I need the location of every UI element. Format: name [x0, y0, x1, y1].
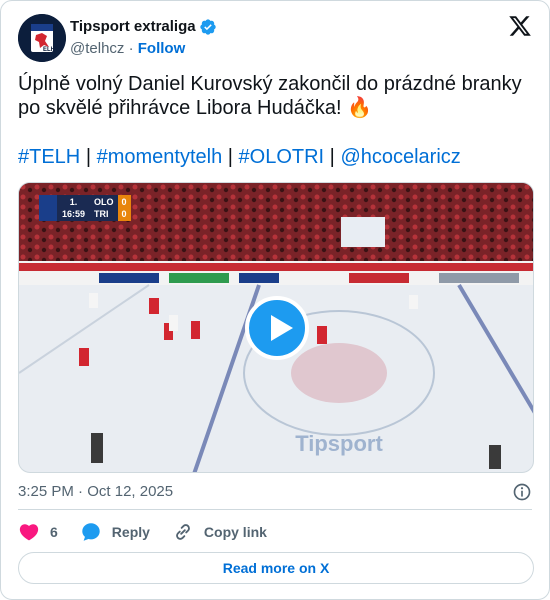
tag-divider: |: [227, 146, 233, 168]
reply-label: Reply: [111, 524, 150, 540]
reply-button[interactable]: Reply: [80, 521, 150, 543]
follow-button[interactable]: Follow: [138, 40, 186, 57]
tweet-header: ELH Tipsport extraliga @telhcz · Follow: [18, 14, 532, 62]
like-count: 6: [50, 524, 58, 540]
info-icon[interactable]: [512, 482, 532, 502]
scorebug-teams: OLO TRI: [90, 195, 118, 221]
tweet-body: Úplně volný Daniel Kurovský zakončil do …: [18, 72, 533, 169]
tweet-meta: 3:25 PM · Oct 12, 2025: [18, 482, 532, 502]
tipsport-elh-logo-icon: ELH: [18, 14, 66, 62]
scorebug-team1: OLO: [94, 197, 114, 207]
mention-hcocelaricz[interactable]: @hcocelaricz: [340, 146, 460, 168]
scorebug: 1. 16:59 OLO TRI 0 0: [39, 195, 131, 221]
x-logo-icon[interactable]: [508, 14, 532, 38]
tag-divider: |: [329, 146, 335, 168]
link-icon: [176, 524, 190, 540]
hashtag-olotri[interactable]: #OLOTRI: [239, 146, 325, 168]
scorebug-score2: 0: [121, 209, 127, 219]
like-button[interactable]: 6: [18, 521, 58, 543]
play-icon[interactable]: [245, 296, 309, 360]
avatar[interactable]: ELH: [18, 14, 66, 62]
divider: [18, 509, 532, 510]
tweet-tags: #TELH | #momentytelh | #OLOTRI | @hcocel…: [18, 145, 533, 169]
author-name-row: Tipsport extraliga: [70, 18, 217, 36]
copy-link-button[interactable]: Copy link: [172, 521, 267, 543]
tag-divider: |: [85, 146, 92, 168]
avatar-text: ELH: [43, 47, 55, 53]
author-name[interactable]: Tipsport extraliga: [70, 18, 196, 36]
verified-badge-icon: [199, 19, 216, 35]
tweet-card: ELH Tipsport extraliga @telhcz · Follow …: [0, 0, 550, 600]
meta-separator: ·: [78, 483, 84, 500]
video-media[interactable]: Tipsport 1. 16:59 OLO TRI 0 0: [18, 182, 534, 473]
scorebug-score1: 0: [121, 197, 127, 207]
scorebug-team2: TRI: [94, 209, 109, 219]
read-more-button[interactable]: Read more on X: [18, 552, 534, 584]
reply-bubble-icon: [82, 523, 100, 541]
tweet-text: Úplně volný Daniel Kurovský zakončil do …: [18, 73, 522, 119]
author-handle-row: @telhcz · Follow: [70, 40, 185, 58]
tweet-actions: 6 Reply Copy link: [18, 520, 289, 544]
scorebug-period: 1.: [69, 197, 78, 207]
copy-link-label: Copy link: [203, 524, 267, 540]
tweet-time[interactable]: 3:25 PM: [18, 483, 74, 500]
scorebug-period-clock: 1. 16:59: [57, 195, 91, 221]
league-logo-icon: [39, 195, 57, 221]
scorebug-scores: 0 0: [117, 195, 131, 221]
heart-icon: [19, 524, 39, 541]
hashtag-momentytelh[interactable]: #momentytelh: [97, 146, 223, 168]
handle-separator: ·: [128, 40, 134, 57]
author-handle[interactable]: @telhcz: [70, 40, 124, 57]
rink-logo-text: Tipsport: [295, 431, 383, 456]
scorebug-clock: 16:59: [62, 209, 86, 219]
hashtag-telh[interactable]: #TELH: [18, 146, 80, 168]
tweet-date[interactable]: Oct 12, 2025: [87, 483, 173, 500]
